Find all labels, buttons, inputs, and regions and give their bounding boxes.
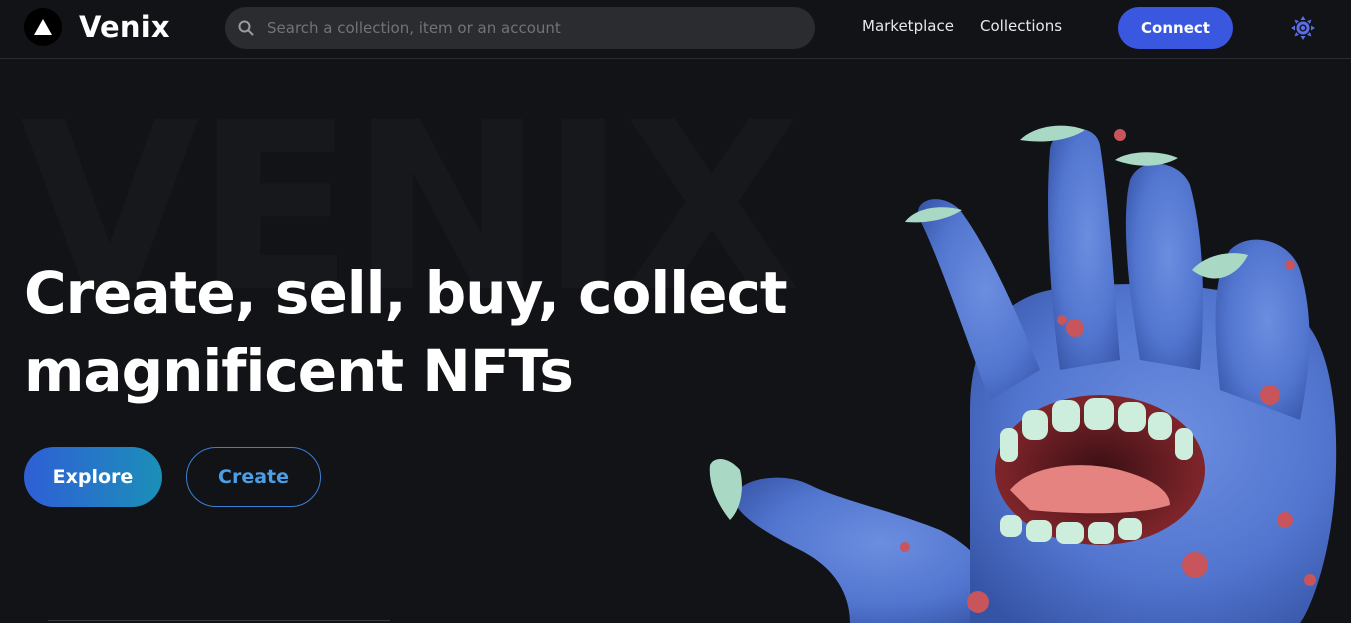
triangle-logo-icon[interactable] (24, 8, 62, 46)
bottom-divider (48, 620, 390, 621)
connect-button[interactable]: Connect (1118, 7, 1233, 49)
search-bar[interactable] (225, 7, 815, 49)
create-button[interactable]: Create (186, 447, 321, 507)
explore-button[interactable]: Explore (24, 447, 162, 507)
hero-title: Create, sell, buy, collect magnificent N… (24, 254, 804, 410)
hero-title-line-2: magnificent NFTs (24, 337, 574, 405)
search-icon (237, 19, 255, 37)
blue-monster-hand-illustration (709, 125, 1337, 623)
sun-icon[interactable] (1290, 15, 1316, 41)
search-input[interactable] (267, 7, 797, 49)
brand-name[interactable]: Venix (79, 9, 170, 45)
hero-title-line-1: Create, sell, buy, collect (24, 259, 788, 327)
top-navbar: Venix Marketplace Collections Connect (0, 0, 1351, 59)
nav-marketplace-link[interactable]: Marketplace (862, 16, 954, 36)
nav-collections-link[interactable]: Collections (980, 16, 1062, 36)
